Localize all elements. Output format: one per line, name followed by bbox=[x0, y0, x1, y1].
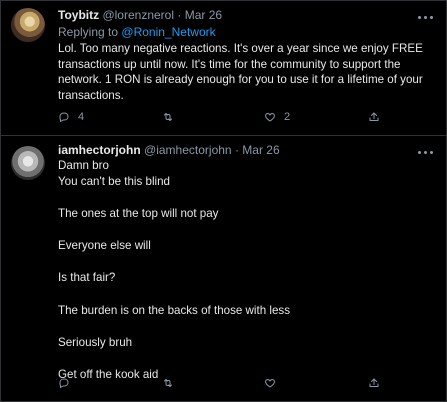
reply-count: 4 bbox=[78, 111, 85, 123]
tweet-line: Seriously bruh bbox=[58, 335, 133, 349]
display-name[interactable]: Toybitz bbox=[58, 8, 99, 22]
tweet-line: The burden is on the backs of those with… bbox=[58, 303, 291, 317]
tweet-header: Toybitz @lorenznerol · Mar 26 bbox=[58, 6, 222, 24]
more-icon[interactable] bbox=[418, 148, 434, 158]
tweet-iamhectorjohn[interactable]: iamhectorjohn @iamhectorjohn · Mar 26 Da… bbox=[1, 136, 446, 401]
reply-icon bbox=[59, 112, 69, 122]
replying-to-link[interactable]: @Ronin_Network bbox=[121, 25, 215, 39]
tweet-line: The ones at the top will not pay bbox=[58, 206, 219, 220]
avatar[interactable] bbox=[11, 8, 45, 42]
avatar[interactable] bbox=[11, 146, 45, 180]
tweet-text: Lol. Too many negative reactions. It's o… bbox=[58, 42, 423, 103]
reply-button[interactable]: 4 bbox=[58, 110, 84, 124]
reply-icon bbox=[59, 378, 69, 388]
share-icon bbox=[369, 112, 379, 121]
display-name[interactable]: iamhectorjohn bbox=[58, 143, 141, 157]
replying-to: Replying to @Ronin_Network bbox=[58, 23, 216, 41]
like-icon bbox=[265, 113, 275, 122]
reply-button[interactable] bbox=[58, 376, 70, 390]
tweet-line: You can't be this blind bbox=[58, 174, 171, 188]
like-count: 2 bbox=[284, 111, 291, 123]
share-icon bbox=[369, 378, 379, 387]
like-button[interactable]: 2 bbox=[264, 110, 290, 124]
separator-dot: · bbox=[177, 8, 182, 22]
replying-to-label: Replying to bbox=[58, 25, 119, 39]
tweet-date[interactable]: Mar 26 bbox=[185, 8, 222, 22]
separator-dot: · bbox=[234, 143, 239, 157]
tweet-header: iamhectorjohn @iamhectorjohn · Mar 26 bbox=[58, 141, 280, 159]
tweet-line: Everyone else will bbox=[58, 239, 151, 253]
tweet-toybitz[interactable]: Toybitz @lorenznerol · Mar 26 Replying t… bbox=[1, 1, 446, 136]
tweet-line: Damn bro bbox=[58, 159, 109, 172]
retweet-button[interactable] bbox=[162, 110, 174, 124]
share-button[interactable] bbox=[368, 110, 380, 124]
share-button[interactable] bbox=[368, 376, 380, 390]
more-icon[interactable] bbox=[418, 13, 434, 23]
retweet-button[interactable] bbox=[162, 376, 174, 390]
retweet-icon bbox=[164, 113, 172, 121]
like-button[interactable] bbox=[264, 376, 276, 390]
tweet-thread: Toybitz @lorenznerol · Mar 26 Replying t… bbox=[0, 0, 447, 402]
like-icon bbox=[265, 379, 275, 388]
tweet-text: Damn bro You can't be this blind The one… bbox=[58, 158, 438, 399]
user-handle[interactable]: @lorenznerol bbox=[102, 8, 174, 22]
user-handle[interactable]: @iamhectorjohn bbox=[144, 143, 232, 157]
retweet-icon bbox=[164, 379, 172, 387]
tweet-line: Is that fair? bbox=[58, 271, 116, 285]
tweet-line: Get off the kook aid bbox=[58, 367, 159, 381]
tweet-date[interactable]: Mar 26 bbox=[242, 143, 279, 157]
